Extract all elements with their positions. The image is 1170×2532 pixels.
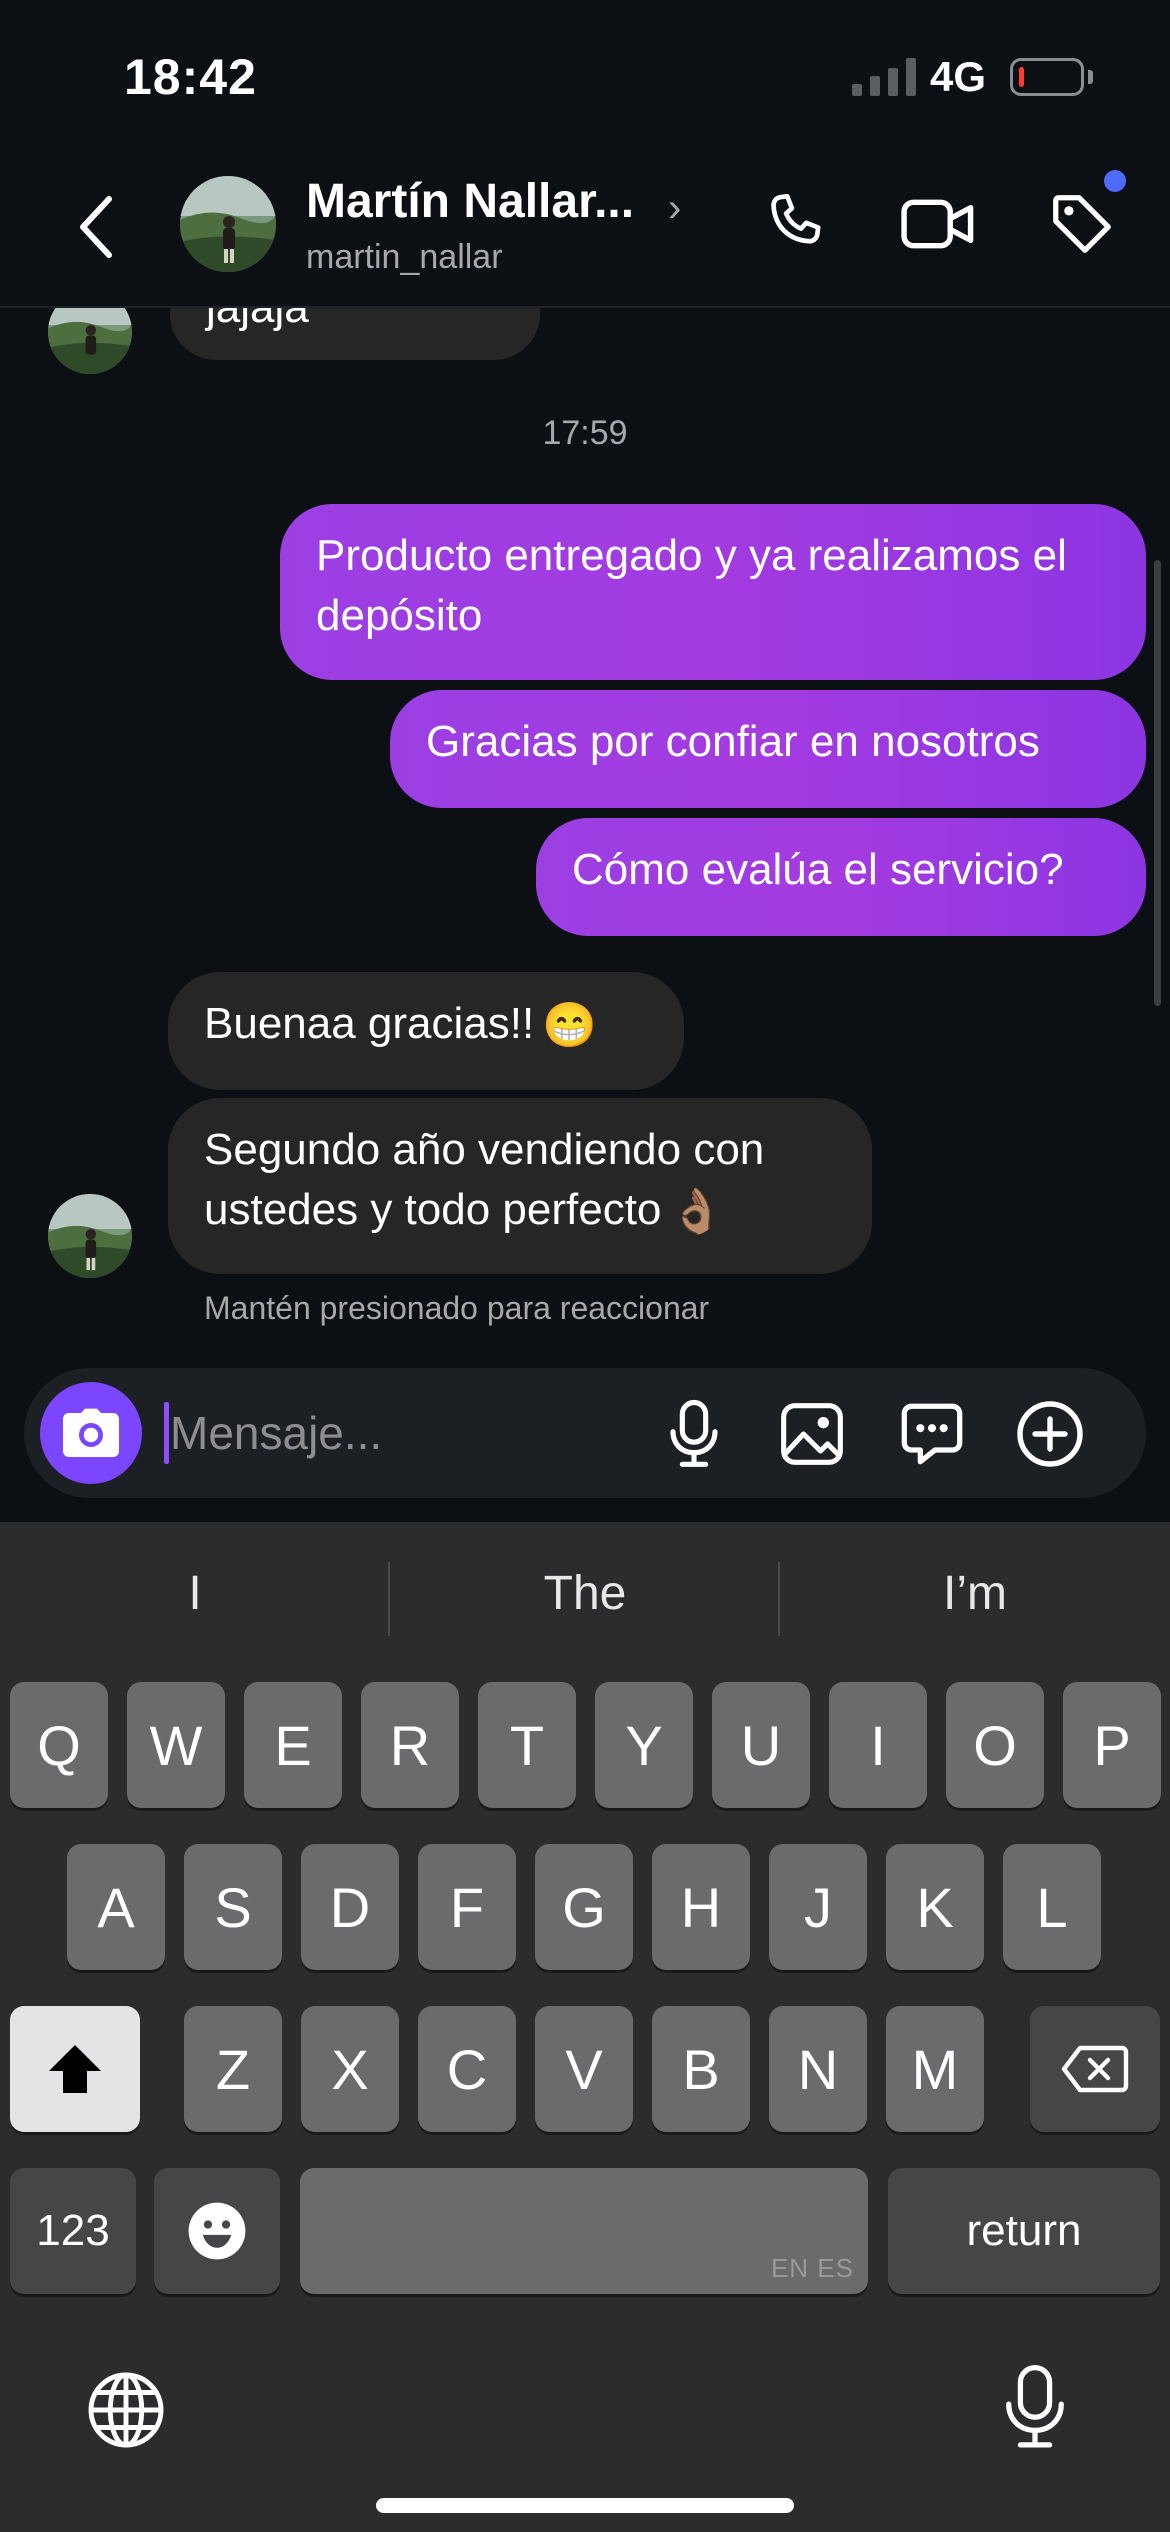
key-t[interactable]: T — [478, 1682, 576, 1808]
grinning-face-emoji: 😁 — [542, 1001, 598, 1051]
camera-icon — [63, 1408, 119, 1457]
video-call-button[interactable] — [898, 184, 978, 264]
message-text: Producto entregado y ya realizamos el de… — [316, 531, 1067, 640]
numbers-key[interactable]: 123 — [10, 2168, 136, 2294]
video-camera-icon — [901, 199, 974, 249]
key-m[interactable]: M — [886, 2006, 984, 2132]
message-input[interactable] — [170, 1392, 620, 1474]
key-z[interactable]: Z — [184, 2006, 282, 2132]
contact-username[interactable]: martin_nallar — [306, 238, 503, 277]
contact-name[interactable]: Martín Nallar... — [306, 174, 634, 229]
key-c[interactable]: C — [418, 2006, 516, 2132]
notification-dot — [1104, 170, 1126, 192]
key-d[interactable]: D — [301, 1844, 399, 1970]
keyboard: I The I’m Q W E R T Y U I O P A S D F G … — [0, 1522, 1170, 2532]
space-language-label: EN ES — [770, 2253, 854, 2283]
gallery-button[interactable] — [772, 1394, 852, 1474]
chat-header: Martín Nallar... › martin_nallar — [0, 150, 1170, 308]
space-key[interactable]: EN ES — [300, 2168, 868, 2294]
phone-icon — [771, 193, 821, 244]
key-j[interactable]: J — [769, 1844, 867, 1970]
backspace-icon — [1061, 2045, 1129, 2093]
backspace-key[interactable] — [1030, 2006, 1160, 2132]
sticker-icon — [901, 1403, 963, 1465]
globe-key[interactable] — [84, 2368, 168, 2452]
timestamp-divider: 17:59 — [542, 414, 628, 452]
globe-icon — [88, 2372, 164, 2448]
battery-icon — [1010, 58, 1084, 96]
more-options-button[interactable] — [1010, 1394, 1090, 1474]
key-x[interactable]: X — [301, 2006, 399, 2132]
emoji-face-icon — [188, 2202, 246, 2260]
shift-arrow-icon — [49, 2045, 101, 2093]
key-y[interactable]: Y — [595, 1682, 693, 1808]
key-e[interactable]: E — [244, 1682, 342, 1808]
emoji-key[interactable] — [154, 2168, 280, 2294]
suggestion-bar: I The I’m — [0, 1522, 1170, 1676]
message-bubble-incoming-partial[interactable]: jajaja — [170, 308, 540, 360]
key-k[interactable]: K — [886, 1844, 984, 1970]
key-p[interactable]: P — [1063, 1682, 1161, 1808]
key-u[interactable]: U — [712, 1682, 810, 1808]
chevron-right-icon[interactable]: › — [668, 186, 681, 231]
suggestion-2[interactable]: The — [390, 1566, 780, 1621]
key-a[interactable]: A — [67, 1844, 165, 1970]
tag-icon — [1053, 195, 1111, 253]
key-g[interactable]: G — [535, 1844, 633, 1970]
sender-avatar[interactable] — [48, 1194, 132, 1278]
message-text: jajaja — [206, 308, 309, 338]
home-indicator[interactable] — [376, 2498, 794, 2513]
dictation-key[interactable] — [1000, 2362, 1084, 2458]
key-b[interactable]: B — [652, 2006, 750, 2132]
camera-button[interactable] — [40, 1382, 142, 1484]
reaction-hint: Mantén presionado para reaccionar — [204, 1290, 710, 1326]
key-n[interactable]: N — [769, 2006, 867, 2132]
message-text: Buenaa gracias!! — [204, 999, 535, 1048]
message-bubble-incoming[interactable]: Segundo año vendiendo con ustedes y todo… — [168, 1098, 872, 1274]
sender-avatar[interactable] — [48, 308, 132, 374]
labels-button[interactable] — [1042, 184, 1122, 264]
message-text: Gracias por confiar en nosotros — [426, 717, 1040, 766]
message-text: Cómo evalúa el servicio? — [572, 845, 1064, 894]
key-l[interactable]: L — [1003, 1844, 1101, 1970]
status-bar: 18:42 4G — [0, 0, 1170, 150]
audio-call-button[interactable] — [756, 184, 836, 264]
text-caret — [164, 1402, 169, 1464]
message-bubble-outgoing[interactable]: Gracias por confiar en nosotros — [390, 690, 1146, 808]
key-s[interactable]: S — [184, 1844, 282, 1970]
key-w[interactable]: W — [127, 1682, 225, 1808]
suggestion-1[interactable]: I — [0, 1566, 390, 1621]
message-composer — [24, 1368, 1146, 1498]
return-key[interactable]: return — [888, 2168, 1160, 2294]
plus-icon — [1017, 1401, 1083, 1467]
network-type: 4G — [930, 53, 987, 100]
status-time: 18:42 — [124, 49, 257, 105]
microphone-icon — [670, 1399, 718, 1467]
voice-message-button[interactable] — [654, 1394, 734, 1474]
back-chevron-icon — [80, 196, 112, 258]
key-r[interactable]: R — [361, 1682, 459, 1808]
key-q[interactable]: Q — [10, 1682, 108, 1808]
message-bubble-outgoing[interactable]: Producto entregado y ya realizamos el de… — [280, 504, 1146, 680]
microphone-icon — [1006, 2365, 1064, 2448]
sticker-button[interactable] — [892, 1394, 972, 1474]
message-bubble-incoming[interactable]: Buenaa gracias!! 😁 — [168, 972, 684, 1090]
message-thread[interactable]: jajaja 17:59 Producto entregado y ya rea… — [0, 308, 1170, 1328]
contact-avatar[interactable] — [180, 176, 276, 272]
message-bubble-outgoing[interactable]: Cómo evalúa el servicio? — [536, 818, 1146, 936]
gallery-icon — [781, 1403, 843, 1465]
key-f[interactable]: F — [418, 1844, 516, 1970]
key-h[interactable]: H — [652, 1844, 750, 1970]
shift-key[interactable] — [10, 2006, 140, 2132]
suggestion-3[interactable]: I’m — [780, 1566, 1170, 1621]
scrollbar[interactable] — [1154, 560, 1161, 1006]
key-v[interactable]: V — [535, 2006, 633, 2132]
back-button[interactable] — [60, 182, 130, 272]
battery-cap — [1088, 70, 1093, 84]
ok-hand-emoji: 👌🏽 — [669, 1187, 725, 1237]
key-i[interactable]: I — [829, 1682, 927, 1808]
signal-strength-icon — [852, 58, 916, 96]
key-o[interactable]: O — [946, 1682, 1044, 1808]
